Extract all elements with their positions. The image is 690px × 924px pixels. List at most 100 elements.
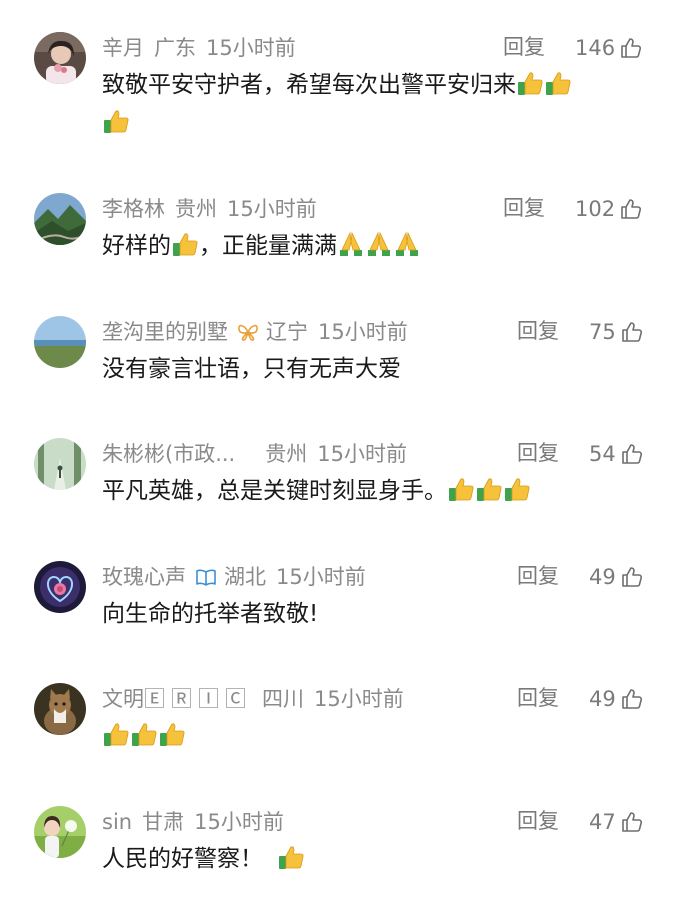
region: 辽宁 [266, 320, 308, 344]
like-button[interactable]: 47 [589, 806, 644, 836]
comment-item: 李格林 贵州 15小时前 回复 102 好样的 ，正能量满满 [0, 193, 690, 313]
thumbs-up-emoji-icon [447, 475, 475, 503]
reply-button[interactable]: 回复 [503, 32, 545, 62]
like-count: 54 [589, 442, 616, 466]
reply-button[interactable]: 回复 [503, 193, 545, 223]
avatar[interactable] [34, 32, 86, 84]
comment-text: 好样的 ，正能量满满 [102, 227, 662, 265]
thumbs-up-emoji-icon [102, 107, 130, 135]
username[interactable]: 李格林 [102, 197, 165, 221]
comment-item: 玫瑰心声 湖北 15小时前 回复 49 向生命的托举者致敬! [0, 561, 690, 681]
thumbs-up-emoji-icon [130, 720, 158, 748]
thumbs-up-outline-icon [619, 36, 643, 60]
comment-text-content: 平凡英雄，总是关键时刻显身手。 [102, 478, 447, 504]
username[interactable]: 文明 [102, 687, 144, 711]
comment-item: sin 甘肃 15小时前 回复 47 人民的好警察！ [0, 806, 690, 924]
thumbs-up-outline-icon [620, 810, 644, 834]
comment-meta: 垄沟里的别墅 辽宁 15小时前 [102, 316, 408, 346]
username-suffix: 🄴🅁🄸🄲 [144, 687, 252, 711]
timestamp: 15小时前 [194, 810, 284, 834]
reply-button[interactable]: 回复 [517, 806, 559, 836]
thumbs-up-emoji-icon [171, 230, 199, 258]
like-button[interactable]: 75 [589, 316, 644, 346]
comment-meta: 辛月 广东 15小时前 [102, 32, 296, 62]
timestamp: 15小时前 [314, 687, 404, 711]
reply-button[interactable]: 回复 [517, 561, 559, 591]
thumbs-up-outline-icon [620, 442, 644, 466]
like-button[interactable]: 146 [575, 32, 643, 62]
comment-text: 致敬平安守护者，希望每次出警平安归来 [102, 66, 662, 142]
thumbs-up-emoji-icon [544, 69, 572, 97]
thumbs-up-outline-icon [620, 687, 644, 711]
comment-text: 没有豪言壮语，只有无声大爱 [102, 350, 662, 388]
timestamp: 15小时前 [276, 565, 366, 589]
avatar[interactable] [34, 316, 86, 368]
comment-meta: 朱彬彬(市政... 贵州 15小时前 [102, 438, 407, 468]
comment-meta: 玫瑰心声 湖北 15小时前 [102, 561, 366, 591]
comment-meta: sin 甘肃 15小时前 [102, 806, 284, 836]
comment-text-content: 人民的好警察！ [102, 846, 263, 872]
folded-hands-emoji-icon [365, 230, 393, 258]
avatar[interactable] [34, 193, 86, 245]
comment-meta: 李格林 贵州 15小时前 [102, 193, 317, 223]
like-button[interactable]: 49 [589, 683, 644, 713]
thumbs-up-emoji-icon [158, 720, 186, 748]
reply-button[interactable]: 回复 [517, 683, 559, 713]
comment-text-content: ，正能量满满 [199, 233, 337, 259]
reply-button[interactable]: 回复 [517, 438, 559, 468]
like-button[interactable]: 49 [589, 561, 644, 591]
comment-item: 垄沟里的别墅 辽宁 15小时前 回复 75 没有豪言壮语，只有无声大爱 [0, 316, 690, 436]
comment-list: 辛月 广东 15小时前 回复 146 致敬平安守护者，希望每次出警平安归来 李格林贵… [0, 0, 690, 924]
region: 贵州 [175, 197, 217, 221]
comment-text [102, 717, 662, 755]
username[interactable]: sin [102, 810, 132, 834]
thumbs-up-emoji-icon [475, 475, 503, 503]
like-count: 49 [589, 687, 616, 711]
thumbs-up-emoji-icon [516, 69, 544, 97]
like-button[interactable]: 54 [589, 438, 644, 468]
username[interactable]: 朱彬彬(市政... [102, 442, 235, 466]
region: 四川 [262, 687, 304, 711]
username[interactable]: 玫瑰心声 [102, 565, 186, 589]
comment-meta: 文明🄴🅁🄸🄲 四川 15小时前 [102, 683, 404, 713]
like-count: 75 [589, 320, 616, 344]
comment-text: 平凡英雄，总是关键时刻显身手。 [102, 472, 662, 510]
folded-hands-emoji-icon [337, 230, 365, 258]
folded-hands-emoji-icon [393, 230, 421, 258]
thumbs-up-outline-icon [620, 320, 644, 344]
avatar[interactable] [34, 561, 86, 613]
comment-item: 朱彬彬(市政... 贵州 15小时前 回复 54 平凡英雄，总是关键时刻显身手。 [0, 438, 690, 558]
like-count: 49 [589, 565, 616, 589]
avatar[interactable] [34, 438, 86, 490]
comment-text: 向生命的托举者致敬! [102, 595, 662, 633]
comment-text-content: 好样的 [102, 233, 171, 259]
timestamp: 15小时前 [227, 197, 317, 221]
comment-text-content: 向生命的托举者致敬! [102, 601, 319, 627]
thumbs-up-outline-icon [619, 197, 643, 221]
comment-item: 文明🄴🅁🄸🄲 四川 15小时前 回复 49 [0, 683, 690, 803]
timestamp: 15小时前 [206, 36, 296, 60]
thumbs-up-emoji-icon [102, 720, 130, 748]
username[interactable]: 辛月 [102, 36, 144, 60]
avatar[interactable] [34, 683, 86, 735]
username[interactable]: 垄沟里的别墅 [102, 320, 228, 344]
butterfly-badge-icon [236, 322, 260, 342]
like-count: 146 [575, 36, 616, 60]
comment-text-content: 致敬平安守护者，希望每次出警平安归来 [102, 72, 516, 98]
timestamp: 15小时前 [317, 442, 407, 466]
avatar[interactable] [34, 806, 86, 858]
thumbs-up-emoji-icon [503, 475, 531, 503]
like-count: 47 [589, 810, 616, 834]
reply-button[interactable]: 回复 [517, 316, 559, 346]
book-badge-icon [194, 567, 218, 587]
comment-item: 辛月 广东 15小时前 回复 146 致敬平安守护者，希望每次出警平安归来 [0, 32, 690, 152]
comment-text-content: 没有豪言壮语，只有无声大爱 [102, 356, 401, 382]
like-count: 102 [575, 197, 616, 221]
region: 广东 [154, 36, 196, 60]
thumbs-up-emoji-icon [277, 843, 305, 871]
like-button[interactable]: 102 [575, 193, 643, 223]
region: 贵州 [265, 442, 308, 466]
thumbs-up-outline-icon [620, 565, 644, 589]
region: 甘肃 [142, 810, 185, 834]
timestamp: 15小时前 [318, 320, 408, 344]
